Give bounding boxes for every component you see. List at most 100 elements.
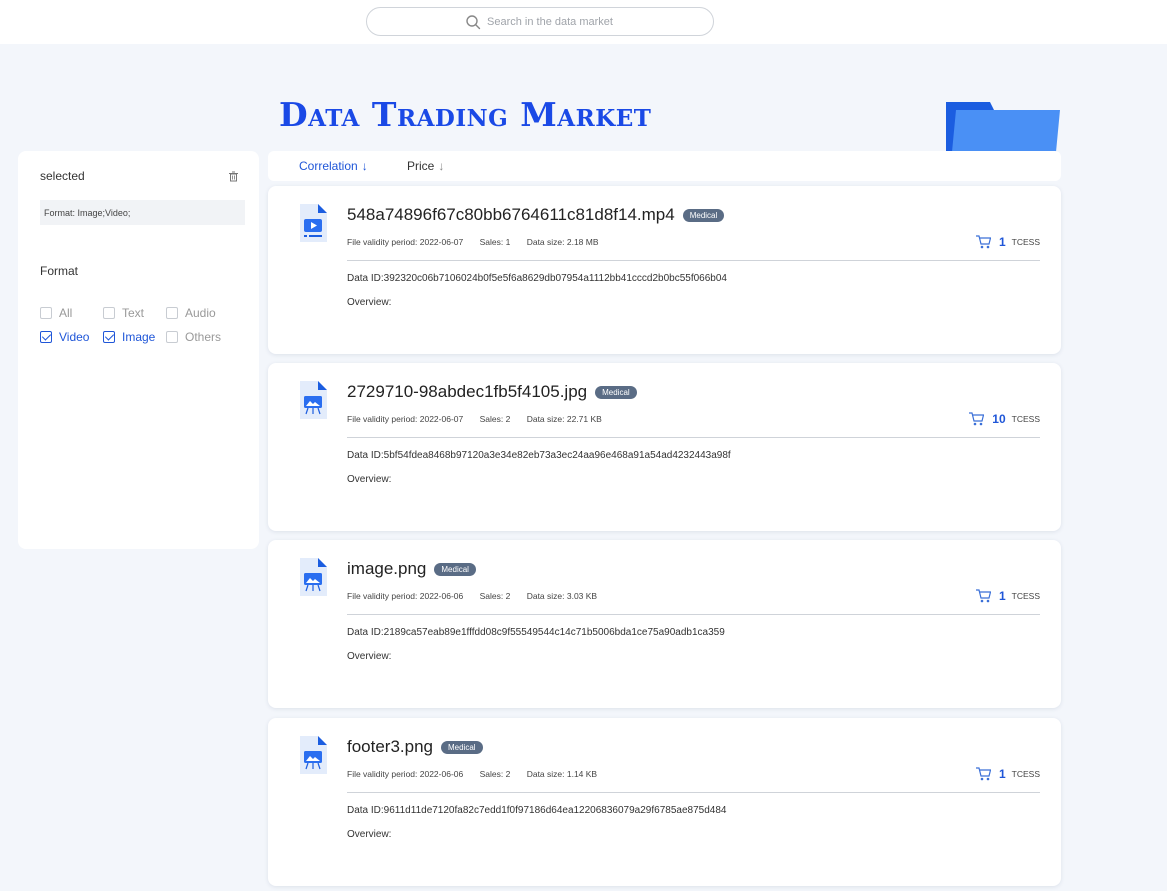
- overview: Overview:: [347, 651, 392, 662]
- folder-icon: [946, 102, 1060, 152]
- category-tag: Medical: [434, 562, 476, 576]
- price[interactable]: 1 TCESS: [975, 235, 1040, 249]
- sales-count: Sales: 2: [479, 769, 511, 779]
- sort-price[interactable]: Price ↓: [407, 159, 444, 173]
- cart-icon: [975, 589, 991, 603]
- format-checkbox-text[interactable]: Text: [103, 306, 144, 320]
- format-checkbox-video[interactable]: Video: [40, 330, 89, 344]
- data-size: Data size: 1.14 KB: [526, 769, 598, 779]
- file-meta: File validity period: 2022-06-06 Sales: …: [347, 591, 611, 601]
- checkbox-label: Audio: [185, 306, 216, 320]
- format-checkbox-image[interactable]: Image: [103, 330, 155, 344]
- search-icon: [466, 14, 481, 29]
- selected-heading: selected: [40, 169, 85, 183]
- format-heading: Format: [40, 264, 79, 278]
- file-meta: File validity period: 2022-06-07 Sales: …: [347, 237, 613, 247]
- data-id: Data ID:392320c06b7106024b0f5e5f6a8629db…: [347, 273, 727, 284]
- trash-icon[interactable]: [228, 171, 239, 182]
- checkbox-label: Others: [185, 330, 222, 344]
- validity-period: File validity period: 2022-06-06: [347, 769, 464, 779]
- arrow-down-icon: ↓: [438, 159, 445, 173]
- data-id: Data ID:5bf54fdea8468b97120a3e34e82eb73a…: [347, 450, 731, 461]
- file-name[interactable]: footer3.png Medical: [347, 737, 483, 757]
- price-currency: TCESS: [1011, 769, 1040, 779]
- divider: [347, 792, 1040, 793]
- file-name-text: 2729710-98abdec1fb5f4105.jpg: [347, 382, 588, 401]
- sort-correlation[interactable]: Correlation ↓: [299, 159, 368, 173]
- overview: Overview:: [347, 829, 392, 840]
- checkbox-box[interactable]: [103, 307, 115, 319]
- data-item-card[interactable]: 548a74896f67c80bb6764611c81d8f14.mp4 Med…: [268, 186, 1061, 354]
- validity-period: File validity period: 2022-06-07: [347, 414, 464, 424]
- data-size: Data size: 2.18 MB: [526, 237, 599, 247]
- sales-count: Sales: 2: [479, 591, 511, 601]
- data-item-card[interactable]: 2729710-98abdec1fb5f4105.jpg Medical Fil…: [268, 363, 1061, 531]
- image-file-icon: [300, 558, 327, 596]
- data-id: Data ID:2189ca57eab89e1fffdd08c9f5554954…: [347, 627, 725, 638]
- page-title: Data Trading Market: [279, 95, 652, 134]
- price[interactable]: 10 TCESS: [968, 412, 1040, 426]
- price-value: 1: [998, 235, 1006, 249]
- format-checkbox-audio[interactable]: Audio: [166, 306, 216, 320]
- image-file-icon: [300, 381, 327, 419]
- checkbox-box[interactable]: [40, 307, 52, 319]
- data-size: Data size: 3.03 KB: [526, 591, 598, 601]
- checkbox-box[interactable]: [166, 307, 178, 319]
- checkbox-label: All: [59, 306, 73, 320]
- validity-period: File validity period: 2022-06-07: [347, 237, 464, 247]
- cart-icon: [969, 412, 985, 426]
- video-file-icon: [300, 204, 327, 242]
- top-bar: Search in the data market: [0, 0, 1167, 44]
- search-input[interactable]: Search in the data market: [366, 7, 714, 36]
- data-id: Data ID:9611d11de7120fa82c7edd1f0f97186d…: [347, 805, 727, 816]
- sort-price-label: Price: [407, 159, 435, 173]
- cart-icon: [975, 235, 991, 249]
- price-currency: TCESS: [1011, 591, 1040, 601]
- filter-sidebar: selected Format: Image;Video; Format All…: [18, 151, 259, 549]
- sort-correlation-label: Correlation: [299, 159, 358, 173]
- sales-count: Sales: 2: [479, 414, 511, 424]
- file-name[interactable]: 548a74896f67c80bb6764611c81d8f14.mp4 Med…: [347, 205, 725, 225]
- divider: [347, 614, 1040, 615]
- checkbox-box[interactable]: [40, 331, 52, 343]
- checkbox-label: Image: [122, 330, 156, 344]
- file-name[interactable]: image.png Medical: [347, 559, 476, 579]
- overview: Overview:: [347, 474, 392, 485]
- arrow-down-icon: ↓: [361, 159, 368, 173]
- file-name-text: image.png: [347, 559, 427, 578]
- divider: [347, 437, 1040, 438]
- file-name-text: 548a74896f67c80bb6764611c81d8f14.mp4: [347, 205, 675, 224]
- file-name-text: footer3.png: [347, 737, 434, 756]
- sales-count: Sales: 1: [479, 237, 511, 247]
- format-checkbox-others[interactable]: Others: [166, 330, 221, 344]
- category-tag: Medical: [595, 385, 637, 399]
- data-item-card[interactable]: footer3.png Medical File validity period…: [268, 718, 1061, 886]
- checkbox-label: Text: [122, 306, 145, 320]
- data-size: Data size: 22.71 KB: [526, 414, 602, 424]
- price-currency: TCESS: [1011, 237, 1040, 247]
- price[interactable]: 1 TCESS: [975, 589, 1040, 603]
- checkbox-label: Video: [59, 330, 90, 344]
- search-placeholder: Search in the data market: [487, 15, 613, 28]
- price-value: 1: [998, 589, 1006, 603]
- format-checkbox-all[interactable]: All: [40, 306, 72, 320]
- price-value: 10: [992, 412, 1006, 426]
- checkbox-box[interactable]: [166, 331, 178, 343]
- validity-period: File validity period: 2022-06-06: [347, 591, 464, 601]
- file-meta: File validity period: 2022-06-06 Sales: …: [347, 769, 611, 779]
- image-file-icon: [300, 736, 327, 774]
- price-value: 1: [998, 767, 1006, 781]
- overview: Overview:: [347, 297, 392, 308]
- file-name[interactable]: 2729710-98abdec1fb5f4105.jpg Medical: [347, 382, 637, 402]
- data-item-card[interactable]: image.png Medical File validity period: …: [268, 540, 1061, 708]
- price[interactable]: 1 TCESS: [975, 767, 1040, 781]
- divider: [347, 260, 1040, 261]
- checkbox-box[interactable]: [103, 331, 115, 343]
- sort-bar: Correlation ↓ Price ↓: [268, 151, 1061, 181]
- category-tag: Medical: [682, 208, 725, 222]
- category-tag: Medical: [441, 740, 483, 754]
- price-currency: TCESS: [1011, 414, 1040, 424]
- file-meta: File validity period: 2022-06-07 Sales: …: [347, 414, 616, 424]
- selected-filters: Format: Image;Video;: [40, 200, 245, 225]
- cart-icon: [975, 767, 991, 781]
